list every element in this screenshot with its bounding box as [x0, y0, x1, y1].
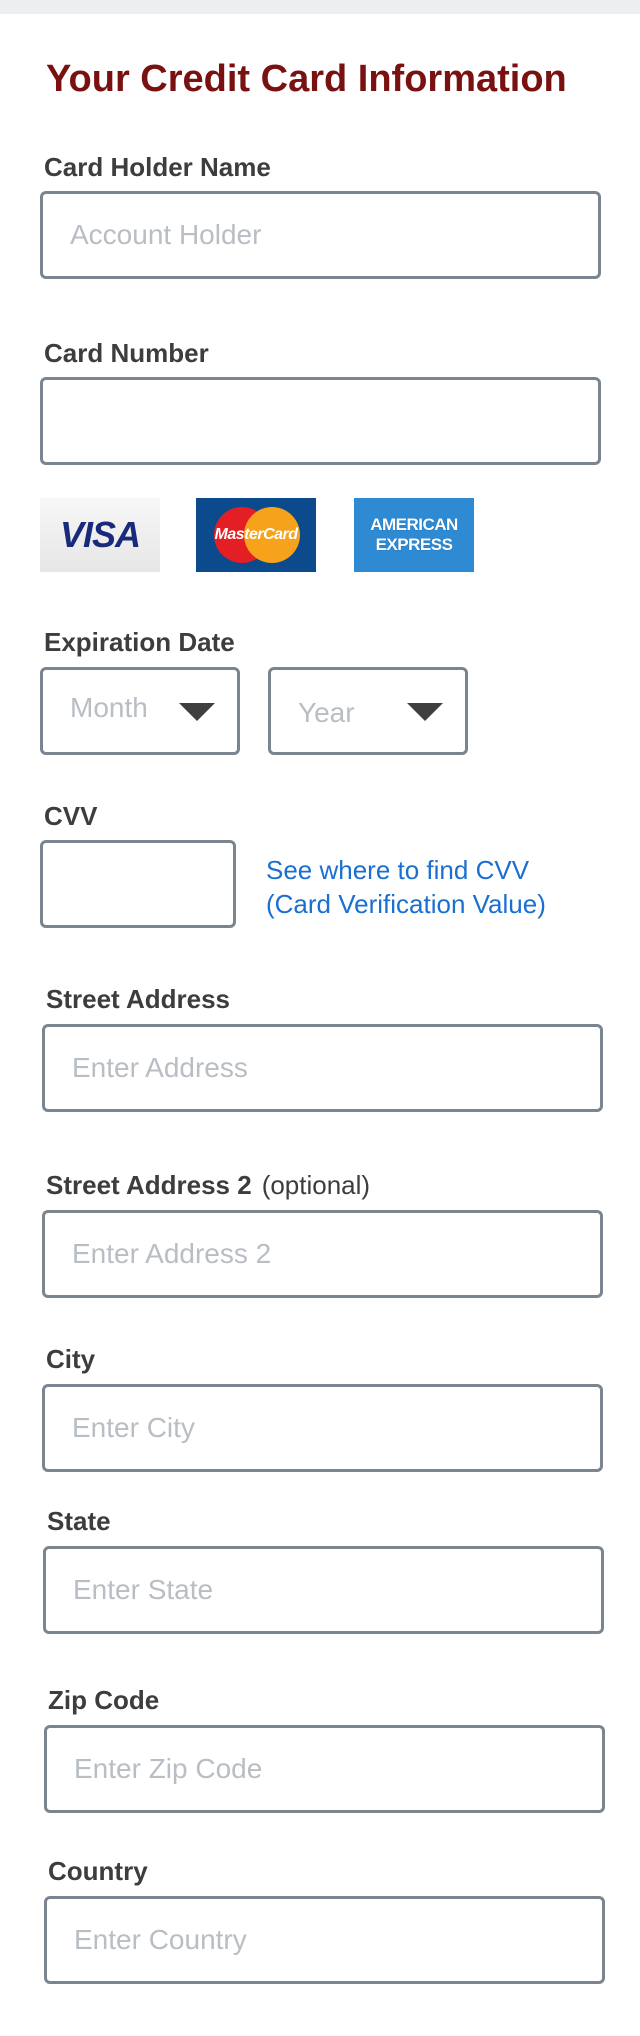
card-holder-input[interactable]: [43, 194, 598, 276]
amex-logo-line1: AMERICAN: [370, 515, 458, 534]
top-strip: [0, 0, 640, 14]
chevron-down-icon: [407, 703, 443, 721]
visa-logo: VISA: [40, 498, 160, 572]
year-select[interactable]: Year: [268, 667, 468, 755]
card-number-input[interactable]: [43, 380, 598, 462]
state-field[interactable]: [43, 1546, 604, 1634]
city-input[interactable]: [45, 1387, 600, 1469]
amex-logo-line2: EXPRESS: [375, 535, 453, 554]
page-title: Your Credit Card Information: [46, 58, 567, 100]
street-address-field[interactable]: [42, 1024, 603, 1112]
optional-note: (optional): [261, 1170, 371, 1200]
cvv-help-line1: See where to find CVV: [266, 855, 530, 885]
street-address-2-label-text: Street Address 2: [46, 1170, 252, 1200]
card-holder-field[interactable]: [40, 191, 601, 279]
cvv-field[interactable]: [40, 840, 236, 928]
state-label: State: [47, 1506, 111, 1536]
amex-logo: AMERICAN EXPRESS: [354, 498, 474, 572]
country-label: Country: [48, 1856, 148, 1886]
expiration-label: Expiration Date: [44, 627, 235, 657]
street-address-2-input[interactable]: [45, 1213, 600, 1295]
street-address-2-field[interactable]: [42, 1210, 603, 1298]
cvv-help-link[interactable]: See where to find CVV (Card Verification…: [266, 853, 546, 921]
state-input[interactable]: [46, 1549, 601, 1631]
visa-logo-text: VISA: [59, 514, 141, 555]
mastercard-logo: MasterCard: [196, 498, 316, 572]
year-select-value: Year: [298, 697, 355, 728]
chevron-down-icon: [179, 703, 215, 721]
country-field[interactable]: [44, 1896, 605, 1984]
month-select[interactable]: Month: [40, 667, 240, 755]
country-input[interactable]: [47, 1899, 602, 1981]
zip-code-field[interactable]: [44, 1725, 605, 1813]
street-address-input[interactable]: [45, 1027, 600, 1109]
cvv-input[interactable]: [43, 843, 233, 925]
card-number-field[interactable]: [40, 377, 601, 465]
city-label: City: [46, 1344, 96, 1374]
street-address-label: Street Address: [46, 984, 230, 1014]
cvv-help-line2: (Card Verification Value): [266, 889, 546, 919]
card-holder-label: Card Holder Name: [44, 152, 271, 182]
zip-code-label: Zip Code: [48, 1685, 160, 1715]
cvv-label: CVV: [44, 801, 98, 831]
month-select-value: Month: [70, 692, 148, 723]
card-number-label: Card Number: [44, 338, 209, 368]
city-field[interactable]: [42, 1384, 603, 1472]
mastercard-logo-text: MasterCard: [214, 526, 298, 543]
street-address-2-label: Street Address 2 (optional): [46, 1170, 370, 1201]
zip-code-input[interactable]: [47, 1728, 602, 1810]
